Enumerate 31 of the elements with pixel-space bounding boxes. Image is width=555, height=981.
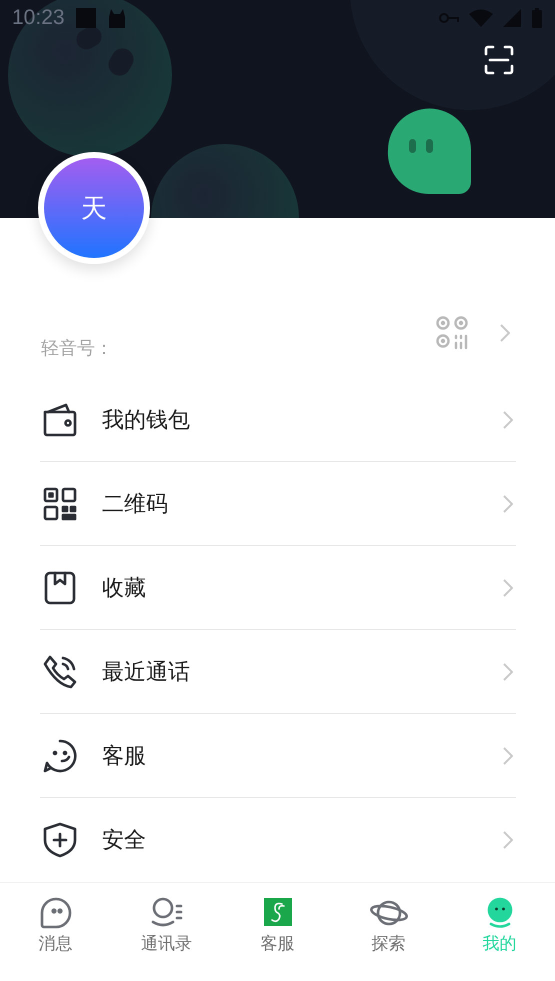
chevron-icon [503,831,513,849]
bookmark-icon [42,570,78,606]
wallet-icon [42,402,78,438]
chevron-icon [503,662,513,680]
key-icon [439,11,459,25]
tab[interactable]: 探索 [333,883,444,981]
smiley-bubble-icon [42,738,78,774]
menu-item[interactable]: 安全 [40,798,516,882]
menu-item[interactable]: 客服 [40,714,516,798]
notification-icon [74,7,97,29]
tab[interactable]: 通讯录 [111,883,222,981]
phone-icon [42,654,78,690]
menu-item[interactable]: 收藏 [40,546,516,630]
status-time: 10:23 [12,6,65,30]
qr-code-icon [42,486,78,522]
user-id-label: 轻音号： [41,337,114,360]
chevron-icon [500,324,510,342]
menu-item[interactable]: 我的钱包 [40,378,516,462]
tab[interactable]: 客服 [222,883,333,981]
menu-item[interactable]: 二维码 [40,462,516,546]
chevron-icon [503,410,513,428]
signal-icon [503,9,521,27]
shield-icon [42,822,78,858]
battery-icon [531,8,543,28]
menu-item[interactable]: 最近通话 [40,630,516,714]
chevron-icon [503,578,513,596]
chevron-icon [503,746,513,764]
chevron-icon [503,494,513,512]
wifi-icon [469,9,493,27]
tab[interactable]: 消息 [0,883,111,981]
scan-icon[interactable] [484,45,514,75]
